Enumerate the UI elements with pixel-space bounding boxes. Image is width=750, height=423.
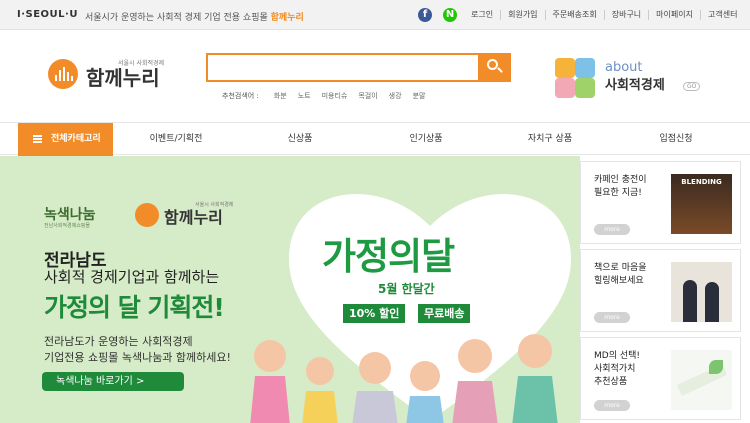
more-button[interactable]: more [594,400,630,411]
login-link[interactable]: 로그인 [464,10,500,20]
logo-text[interactable]: 함께누리 [86,62,160,91]
promo-card-text: 카페인 충전이 필요한 지금! [594,175,647,198]
banner-subheading: 사회적 경제기업과 함께하는 [44,268,220,286]
discount-tag: 10% 할인 [343,304,406,323]
nokssaek-nanum-logo: 녹색나눔 [44,207,96,223]
promo-card-books[interactable]: 책으로 마음을 힐링해보세요 more [580,249,741,332]
nav-item-apply[interactable]: 입점신청 [626,123,726,156]
signup-link[interactable]: 회원가입 [500,10,544,20]
nokssaek-nanum-link-button[interactable]: 녹색나눔 바로가기 > [42,372,184,391]
nav-item-popular[interactable]: 인기상품 [376,123,476,156]
keyword-item[interactable]: 분말 [413,91,426,101]
menu-icon [33,135,42,137]
keyword-item[interactable]: 미용티슈 [322,91,348,101]
banner-desc-line2: 기업전용 쇼핑몰 녹색나눔과 함께하세요! [44,351,231,364]
customer-center-link[interactable]: 고객센터 [699,10,744,20]
more-button[interactable]: more [594,312,630,323]
about-go-button[interactable]: GO [683,82,701,91]
puzzle-icon [555,58,575,78]
banner-desc-line1: 전라남도가 운영하는 사회적경제 [44,335,193,348]
keyword-item[interactable]: 노트 [298,91,311,101]
nav-item-district[interactable]: 자치구 상품 [500,123,600,156]
cosmetic-tube-image [671,350,732,410]
all-category-button[interactable]: 전체카테고리 [18,123,113,156]
about-title: about [605,60,643,75]
search-input[interactable] [206,53,511,82]
people-image [671,262,732,322]
promo-card-md-pick[interactable]: MD의 선택! 사회적가치 추천상품 more [580,337,741,420]
more-button[interactable]: more [594,224,630,235]
banner-title: 가정의 달 기획전! [44,293,225,322]
about-social-economy-banner[interactable]: about 사회적경제 GO [555,50,715,100]
promo-card-text: 책으로 마음을 힐링해보세요 [594,263,647,286]
free-shipping-tag: 무료배송 [418,304,471,323]
naver-icon[interactable]: N [443,8,457,22]
top-bar: I·SEOUL·U 서울시가 운영하는 사회적 경제 기업 전용 쇼핑몰 함께누… [0,0,750,30]
nav-item-new[interactable]: 신상품 [250,123,350,156]
order-tracking-link[interactable]: 주문배송조회 [544,10,604,20]
cart-link[interactable]: 장바구니 [603,10,648,20]
mypage-link[interactable]: 마이페이지 [648,10,700,20]
top-description: 서울시가 운영하는 사회적 경제 기업 전용 쇼핑몰 함께누리 [85,13,304,23]
nav-item-event[interactable]: 이벤트/기획전 [126,123,226,156]
nokssaek-nanum-subtitle: 전남사회적경제쇼핑몰 [44,223,91,229]
promo-card-text: MD의 선택! 사회적가치 추천상품 [594,351,641,387]
search-button[interactable] [478,53,511,82]
top-description-brand: 함께누리 [270,13,304,23]
family-month-title: 가정의달 [322,235,455,278]
seoul-logo[interactable]: I·SEOUL·U [17,9,78,20]
promo-card-coffee[interactable]: 카페인 충전이 필요한 지금! more BLENDING [580,161,741,244]
hamkkenuri-logo-icon [135,203,159,227]
facebook-icon[interactable]: f [418,8,432,22]
promotion-period: 5월 한달간 [378,282,435,296]
about-subtitle: 사회적경제 [605,78,665,93]
top-links: 로그인 회원가입 주문배송조회 장바구니 마이페이지 고객센터 [464,10,744,20]
coffee-image: BLENDING [671,174,732,234]
keyword-item[interactable]: 화분 [274,91,287,101]
keywords-label: 추천검색어 : [222,92,259,100]
keyword-item[interactable]: 목걸이 [358,91,377,101]
recommended-keywords: 추천검색어 : 화분 노트 미용티슈 목걸이 생강 분말 [222,91,425,101]
main-nav: 전체카테고리 이벤트/기획전 신상품 인기상품 자치구 상품 입점신청 [0,122,750,156]
keyword-item[interactable]: 생강 [389,91,402,101]
logo-icon[interactable] [48,59,78,89]
main-banner[interactable]: 녹색나눔 전남사회적경제쇼핑몰 서울시 사회적경제 함께누리 전라남도 사회적 … [0,156,580,423]
hamkkenuri-logo: 함께누리 [164,208,223,227]
